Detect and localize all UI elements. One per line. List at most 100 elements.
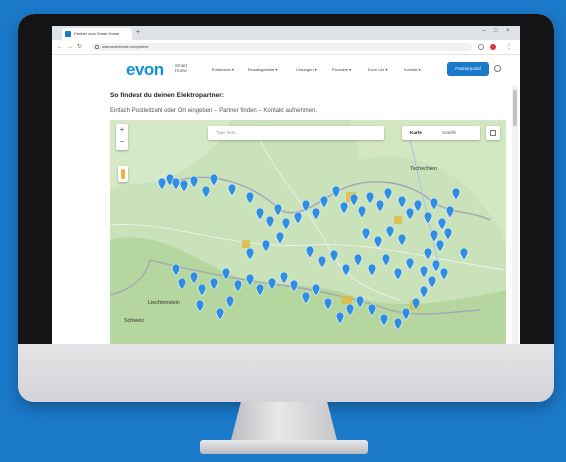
new-tab-button[interactable]: + xyxy=(136,28,140,38)
partner-pin-icon[interactable] xyxy=(435,239,445,253)
address-bar[interactable]: www.smarthome.com/partner xyxy=(92,43,472,51)
map-type-satellit[interactable]: Satellit xyxy=(442,126,456,140)
partner-pin-icon[interactable] xyxy=(385,225,395,239)
menu-dots-icon[interactable]: ⋮ xyxy=(506,43,512,51)
partner-pin-icon[interactable] xyxy=(413,199,423,213)
tab-title: Partner zum Smart Home xyxy=(74,31,120,36)
partner-pin-icon[interactable] xyxy=(397,195,407,209)
partner-pin-icon[interactable] xyxy=(373,235,383,249)
partner-pin-icon[interactable] xyxy=(451,187,461,201)
partner-pin-icon[interactable] xyxy=(319,195,329,209)
partner-pin-icon[interactable] xyxy=(331,185,341,199)
partner-pin-icon[interactable] xyxy=(383,187,393,201)
menu-item-produkte[interactable]: Produkte ▾ xyxy=(332,67,351,72)
map-label-czech: Tschechien xyxy=(410,166,437,172)
partner-pin-icon[interactable] xyxy=(427,275,437,289)
close-button[interactable]: × xyxy=(506,28,510,34)
partner-pin-icon[interactable] xyxy=(445,205,455,219)
lock-icon xyxy=(95,45,99,49)
maximize-button[interactable]: □ xyxy=(494,28,498,34)
partner-pin-icon[interactable] xyxy=(429,229,439,243)
partner-pin-icon[interactable] xyxy=(293,211,303,225)
menu-item-einsatzgebiete[interactable]: Einsatzgebiete ▾ xyxy=(248,67,277,72)
partner-pin-icon[interactable] xyxy=(353,253,363,267)
scrollbar-thumb[interactable] xyxy=(513,90,517,126)
partner-pin-icon[interactable] xyxy=(255,207,265,221)
partner-pin-icon[interactable] xyxy=(261,239,271,253)
page-scrollbar[interactable] xyxy=(512,86,518,344)
partner-pin-icon[interactable] xyxy=(273,203,283,217)
back-icon[interactable]: ← xyxy=(57,43,63,51)
partner-pin-icon[interactable] xyxy=(171,177,181,191)
partner-portal-button[interactable]: Partnerportal xyxy=(447,62,489,76)
partner-pin-icon[interactable] xyxy=(381,253,391,267)
favicon-icon xyxy=(65,31,71,37)
partner-pin-icon[interactable] xyxy=(439,267,449,281)
profile-icon[interactable] xyxy=(490,44,496,50)
partner-pin-icon[interactable] xyxy=(429,197,439,211)
partner-pin-icon[interactable] xyxy=(361,227,371,241)
page-subtext: Einfach Postleitzahl oder Ort eingeben –… xyxy=(110,108,318,114)
browser-tab[interactable]: Partner zum Smart Home xyxy=(62,28,132,40)
partner-pin-icon[interactable] xyxy=(201,185,211,199)
evon-logo[interactable]: evon xyxy=(126,61,164,78)
extension-icon[interactable] xyxy=(478,44,484,50)
partner-pin-icon[interactable] xyxy=(405,207,415,221)
menu-item-loesungen[interactable]: Lösungen ▾ xyxy=(296,67,317,72)
partner-pin-icon[interactable] xyxy=(349,193,359,207)
partner-pin-icon[interactable] xyxy=(279,271,289,285)
partner-pin-icon[interactable] xyxy=(317,255,327,269)
partner-pin-icon[interactable] xyxy=(245,247,255,261)
partner-pin-icon[interactable] xyxy=(423,247,433,261)
partner-pin-icon[interactable] xyxy=(209,173,219,187)
partner-pin-icon[interactable] xyxy=(357,205,367,219)
partner-pin-icon[interactable] xyxy=(367,263,377,277)
forward-icon[interactable]: → xyxy=(67,43,73,51)
partner-pin-icon[interactable] xyxy=(305,245,315,259)
street-view-icon[interactable] xyxy=(118,166,128,182)
screen: Partner zum Smart Home + – □ × ← → ↻ www… xyxy=(52,26,520,344)
reload-icon[interactable]: ↻ xyxy=(77,43,82,51)
partner-pin-icon[interactable] xyxy=(375,199,385,213)
zoom-out-button[interactable]: − xyxy=(116,136,128,148)
menu-item-evon-uni[interactable]: Evon Uni ▾ xyxy=(368,67,387,72)
partner-pin-icon[interactable] xyxy=(179,179,189,193)
map-label-liechtenstein: Liechtenstein xyxy=(148,300,180,306)
partner-pin-icon[interactable] xyxy=(281,217,291,231)
partner-pin-icon[interactable] xyxy=(431,259,441,273)
minimize-button[interactable]: – xyxy=(482,28,485,34)
partner-pin-icon[interactable] xyxy=(245,191,255,205)
menu-item-kontakt[interactable]: Kontakt ▾ xyxy=(404,67,421,72)
partner-pin-icon[interactable] xyxy=(405,257,415,271)
monitor: Partner zum Smart Home + – □ × ← → ↻ www… xyxy=(18,14,554,402)
partner-pin-icon[interactable] xyxy=(265,215,275,229)
partner-pin-icon[interactable] xyxy=(275,231,285,245)
partner-pin-icon[interactable] xyxy=(419,285,429,299)
page-heading: So findest du deinen Elektropartner: xyxy=(110,92,224,99)
monitor-stand-base xyxy=(200,440,368,454)
fullscreen-button[interactable] xyxy=(486,126,500,140)
map-type-karte[interactable]: Karte xyxy=(410,126,422,140)
partner-pin-icon[interactable] xyxy=(227,183,237,197)
region-highlight xyxy=(242,240,250,248)
partner-pin-icon[interactable] xyxy=(189,175,199,189)
partner-pin-icon[interactable] xyxy=(329,249,339,263)
map-canvas xyxy=(110,120,506,344)
menu-item-entdecken[interactable]: Entdecken ▾ xyxy=(212,67,234,72)
partner-pin-icon[interactable] xyxy=(419,265,429,279)
search-icon[interactable] xyxy=(494,65,501,72)
zoom-in-button[interactable]: + xyxy=(116,124,128,136)
partner-pin-icon[interactable] xyxy=(423,211,433,225)
region-highlight xyxy=(342,296,352,304)
map-search-input[interactable]: Type here... xyxy=(208,126,384,140)
partner-pin-icon[interactable] xyxy=(365,191,375,205)
partner-pin-icon[interactable] xyxy=(339,201,349,215)
partner-map[interactable]: + − Type here... Karte Satellit Tschechi… xyxy=(110,120,506,344)
partner-pin-icon[interactable] xyxy=(393,267,403,281)
partner-pin-icon[interactable] xyxy=(437,217,447,231)
partner-pin-icon[interactable] xyxy=(459,247,469,261)
partner-pin-icon[interactable] xyxy=(443,227,453,241)
partner-pin-icon[interactable] xyxy=(397,233,407,247)
partner-pin-icon[interactable] xyxy=(311,207,321,221)
partner-pin-icon[interactable] xyxy=(157,177,167,191)
